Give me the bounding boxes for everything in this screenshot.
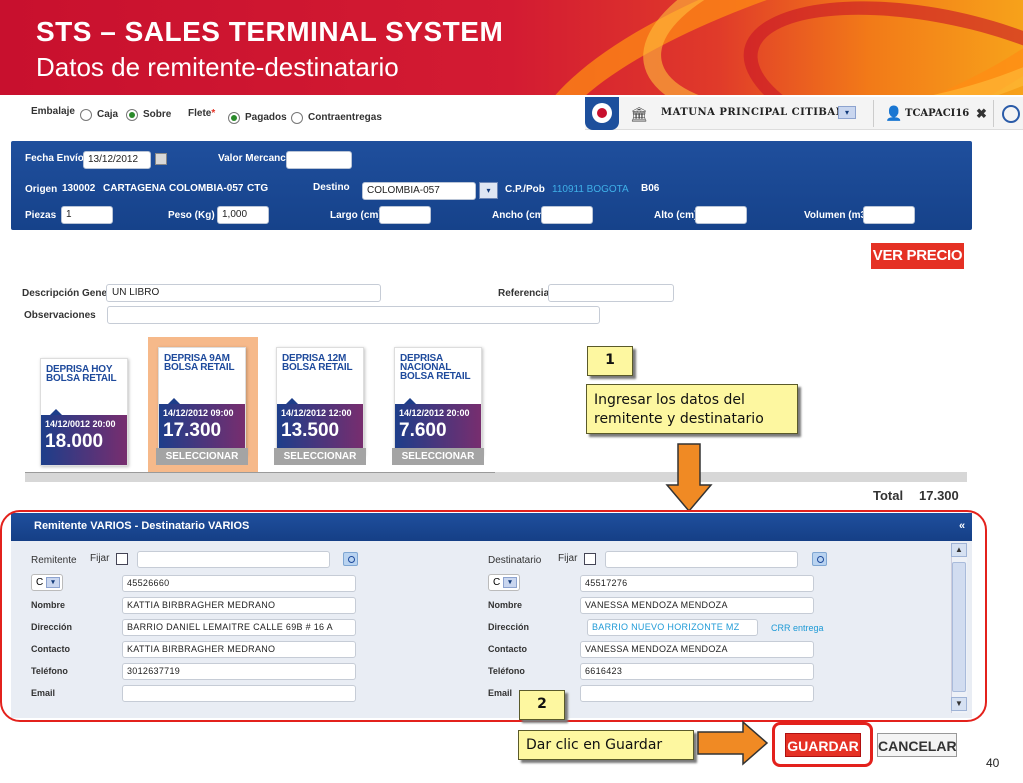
divider [873, 100, 874, 127]
volumen-input[interactable] [863, 206, 915, 224]
radio-caja-label: Caja [97, 109, 119, 120]
select-product-button[interactable]: SELECCIONAR [156, 448, 248, 465]
peso-input[interactable]: 1,000 [217, 206, 269, 224]
product-date: 14/12/2012 20:00 [399, 408, 470, 418]
cancelar-button[interactable]: CANCELAR [877, 733, 957, 757]
embalaje-label: Embalaje [31, 106, 75, 117]
radio-pagados[interactable] [228, 112, 240, 124]
user-name: TCAPACI16 [905, 108, 970, 119]
radio-contraentregas-label: Contraentregas [308, 112, 382, 123]
product-price: 17.300 [163, 420, 222, 441]
ancho-input[interactable] [541, 206, 593, 224]
fecha-envio-input[interactable]: 13/12/2012 [83, 151, 151, 169]
product-date: 14/12/0012 20:00 [45, 419, 116, 429]
page-number: 40 [986, 756, 1000, 770]
highlight-ring [0, 510, 987, 722]
divider [993, 100, 994, 127]
origen-abbr: CTG [247, 183, 269, 194]
fecha-envio-label: Fecha Envío [25, 153, 84, 164]
product-card[interactable]: DEPRISA 9AM BOLSA RETAIL 14/12/2012 09:0… [158, 347, 246, 455]
product-name: DEPRISA NACIONAL BOLSA RETAIL [400, 353, 471, 382]
alto-input[interactable] [695, 206, 747, 224]
product-price: 7.600 [399, 420, 447, 441]
destino-label: Destino [313, 182, 350, 193]
radio-sobre[interactable] [126, 109, 138, 121]
flete-label: Flete* [188, 108, 216, 119]
step-2-badge: 2 [519, 690, 565, 720]
product-name: DEPRISA 9AM BOLSA RETAIL [164, 353, 235, 373]
product-price: 13.500 [281, 420, 340, 441]
observaciones-input[interactable] [107, 306, 600, 324]
total-label: Total [873, 488, 904, 503]
product-name: DEPRISA HOY BOLSA RETAIL [46, 364, 117, 384]
select-product-button[interactable]: SELECCIONAR [392, 448, 484, 465]
product-card[interactable]: DEPRISA 12M BOLSA RETAIL 14/12/2012 12:0… [276, 347, 364, 455]
down-arrow-icon [665, 443, 713, 513]
logout-icon[interactable] [1002, 105, 1020, 123]
descripcion-input[interactable]: UN LIBRO [106, 284, 381, 302]
destino-dropdown-button[interactable]: ▾ [479, 182, 498, 199]
product-name: DEPRISA 12M BOLSA RETAIL [282, 353, 353, 373]
observaciones-label: Observaciones [24, 310, 96, 321]
piezas-label: Piezas [25, 210, 57, 221]
piezas-input[interactable]: 1 [61, 206, 113, 224]
largo-label: Largo (cm) [330, 210, 382, 221]
product-price: 18.000 [45, 431, 104, 452]
destino-select[interactable]: COLOMBIA-057 [362, 182, 476, 200]
product-card[interactable]: DEPRISA HOY BOLSA RETAIL 14/12/0012 20:0… [40, 358, 128, 466]
cp-code: B06 [641, 183, 660, 194]
divider [25, 472, 495, 473]
highlight-ring [772, 722, 873, 767]
valor-mercancia-label: Valor Mercancía [218, 153, 295, 164]
branch-name: MATUNA PRINCIPAL CITIBANK [661, 107, 855, 118]
origen-code: 130002 [62, 183, 96, 194]
origen-label: Origen [25, 184, 58, 195]
volumen-label: Volumen (m3) [804, 210, 870, 221]
step-1-badge: 1 [587, 346, 633, 376]
ancho-label: Ancho (cm) [492, 210, 547, 221]
cp-pob-label: C.P./Pob [505, 184, 545, 195]
total-value: 17.300 [919, 488, 959, 503]
radio-sobre-label: Sobre [143, 109, 172, 120]
branch-icon: 🏛 [630, 106, 648, 122]
origen-city: CARTAGENA [103, 183, 167, 194]
select-product-button[interactable]: SELECCIONAR [274, 448, 366, 465]
valor-mercancia-input[interactable] [286, 151, 352, 169]
origen-country: COLOMBIA-057 [169, 183, 244, 194]
products-divider [25, 472, 967, 482]
right-arrow-icon [697, 720, 769, 766]
slide: STS – SALES TERMINAL SYSTEM Datos de rem… [0, 0, 1023, 783]
referencia-label: Referencia [498, 288, 550, 299]
branch-dropdown-button[interactable]: ▾ [838, 106, 856, 119]
peso-label: Peso (Kg) [168, 210, 215, 221]
slide-subtitle: Datos de remitente-destinatario [36, 52, 399, 82]
product-card[interactable]: DEPRISA NACIONAL BOLSA RETAIL 14/12/2012… [394, 347, 482, 455]
largo-input[interactable] [379, 206, 431, 224]
step-1-callout: Ingresar los datos del remitente y desti… [586, 384, 798, 434]
alto-label: Alto (cm) [654, 210, 698, 221]
slide-title: STS – SALES TERMINAL SYSTEM [36, 16, 504, 47]
radio-caja[interactable] [80, 109, 92, 121]
company-logo [585, 97, 619, 130]
product-date: 14/12/2012 12:00 [281, 408, 352, 418]
ver-precio-button[interactable]: VER PRECIO [871, 243, 964, 269]
radio-contraentregas[interactable] [291, 112, 303, 124]
descripcion-label: Descripción General [22, 288, 120, 299]
cp-pob-link[interactable]: 110911 BOGOTA [552, 184, 629, 195]
close-icon[interactable]: ✖ [976, 106, 987, 122]
product-date: 14/12/2012 09:00 [163, 408, 234, 418]
step-2-callout: Dar clic en Guardar [518, 730, 694, 760]
calendar-icon[interactable] [155, 153, 167, 165]
user-icon: 👤 [885, 105, 903, 121]
referencia-input[interactable] [548, 284, 674, 302]
radio-pagados-label: Pagados [245, 112, 287, 123]
